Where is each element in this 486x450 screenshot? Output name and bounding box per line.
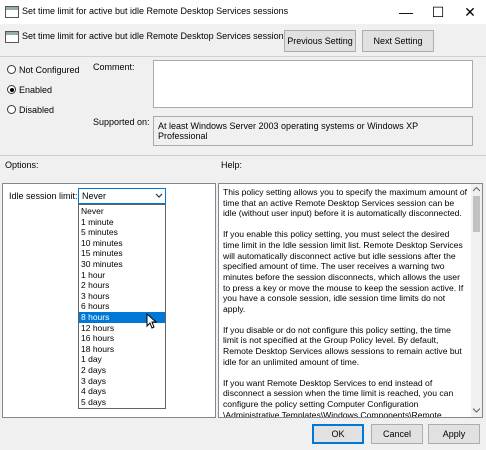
help-paragraph-1: This policy setting allows you to specif… [223, 187, 468, 219]
scroll-down-icon[interactable] [473, 408, 480, 413]
middle-divider [0, 155, 486, 156]
minimize-icon[interactable]: — [390, 0, 422, 24]
dropdown-option[interactable]: 15 minutes [79, 248, 165, 259]
enabled-radio[interactable] [7, 85, 16, 94]
title-bar: Set time limit for active but idle Remot… [0, 0, 486, 24]
supported-on-label: Supported on: [93, 117, 150, 127]
scroll-thumb[interactable] [473, 196, 480, 232]
options-panel: Idle session limit: Never Never 1 minute 5… [2, 183, 216, 418]
help-text: This policy setting allows you to specif… [219, 184, 472, 418]
help-scrollbar[interactable] [471, 184, 482, 417]
dropdown-option[interactable]: 10 minutes [79, 238, 165, 249]
not-configured-label[interactable]: Not Configured [19, 65, 80, 75]
help-paragraph-4: If you want Remote Desktop Services to e… [223, 377, 454, 418]
disabled-label[interactable]: Disabled [19, 105, 54, 115]
options-label: Options: [5, 160, 39, 170]
idle-session-limit-dropdown[interactable]: Never 1 minute 5 minutes 10 minutes 15 minut… [78, 204, 166, 409]
dropdown-option[interactable]: 1 hour [79, 270, 165, 281]
dropdown-option[interactable]: 5 days [79, 397, 165, 408]
dropdown-option[interactable]: Never [79, 206, 165, 217]
enabled-label[interactable]: Enabled [19, 85, 52, 95]
dropdown-option[interactable]: 18 hours [79, 344, 165, 355]
window-title: Set time limit for active but idle Remot… [22, 6, 289, 16]
mouse-cursor-icon [146, 313, 157, 329]
dropdown-option[interactable]: 4 days [79, 386, 165, 397]
idle-session-limit-value: Never [82, 191, 107, 201]
dropdown-option[interactable]: 2 days [79, 365, 165, 376]
scroll-up-icon[interactable] [473, 187, 480, 192]
previous-setting-button[interactable]: Previous Setting [284, 30, 356, 52]
dropdown-option[interactable]: 30 minutes [79, 259, 165, 270]
policy-setting-icon [5, 31, 19, 43]
dropdown-option[interactable]: 1 day [79, 354, 165, 365]
not-configured-radio[interactable] [7, 65, 16, 74]
help-label: Help: [221, 160, 243, 170]
ok-button[interactable]: OK [312, 424, 364, 444]
apply-button[interactable]: Apply [428, 424, 480, 444]
dropdown-option[interactable]: 1 minute [79, 217, 165, 228]
disabled-radio[interactable] [7, 105, 16, 114]
comment-textarea[interactable] [153, 60, 473, 108]
comment-label: Comment: [93, 62, 135, 72]
dropdown-option[interactable]: 3 hours [79, 291, 165, 302]
cancel-button[interactable]: Cancel [371, 424, 423, 444]
idle-session-limit-select[interactable]: Never [78, 188, 166, 204]
dropdown-option[interactable]: 16 hours [79, 333, 165, 344]
header-divider [0, 56, 486, 57]
policy-name: Set time limit for active but idle Remot… [22, 31, 289, 41]
supported-on-value: At least Windows Server 2003 operating s… [153, 116, 473, 146]
help-paragraph-3: If you disable or do not configure this … [223, 324, 462, 367]
chevron-down-icon [155, 193, 163, 198]
dropdown-option[interactable]: 5 minutes [79, 227, 165, 238]
policy-window-icon [5, 6, 19, 18]
close-icon[interactable]: ✕ [454, 0, 486, 24]
next-setting-button[interactable]: Next Setting [362, 30, 434, 52]
dropdown-option[interactable]: 2 hours [79, 280, 165, 291]
maximize-icon[interactable]: ☐ [422, 0, 454, 24]
dropdown-option[interactable]: 3 days [79, 376, 165, 387]
help-panel: This policy setting allows you to specif… [218, 183, 483, 418]
idle-session-limit-label: Idle session limit: [9, 191, 78, 201]
help-paragraph-2: If you enable this policy setting, you m… [223, 229, 464, 315]
dropdown-option[interactable]: 6 hours [79, 301, 165, 312]
